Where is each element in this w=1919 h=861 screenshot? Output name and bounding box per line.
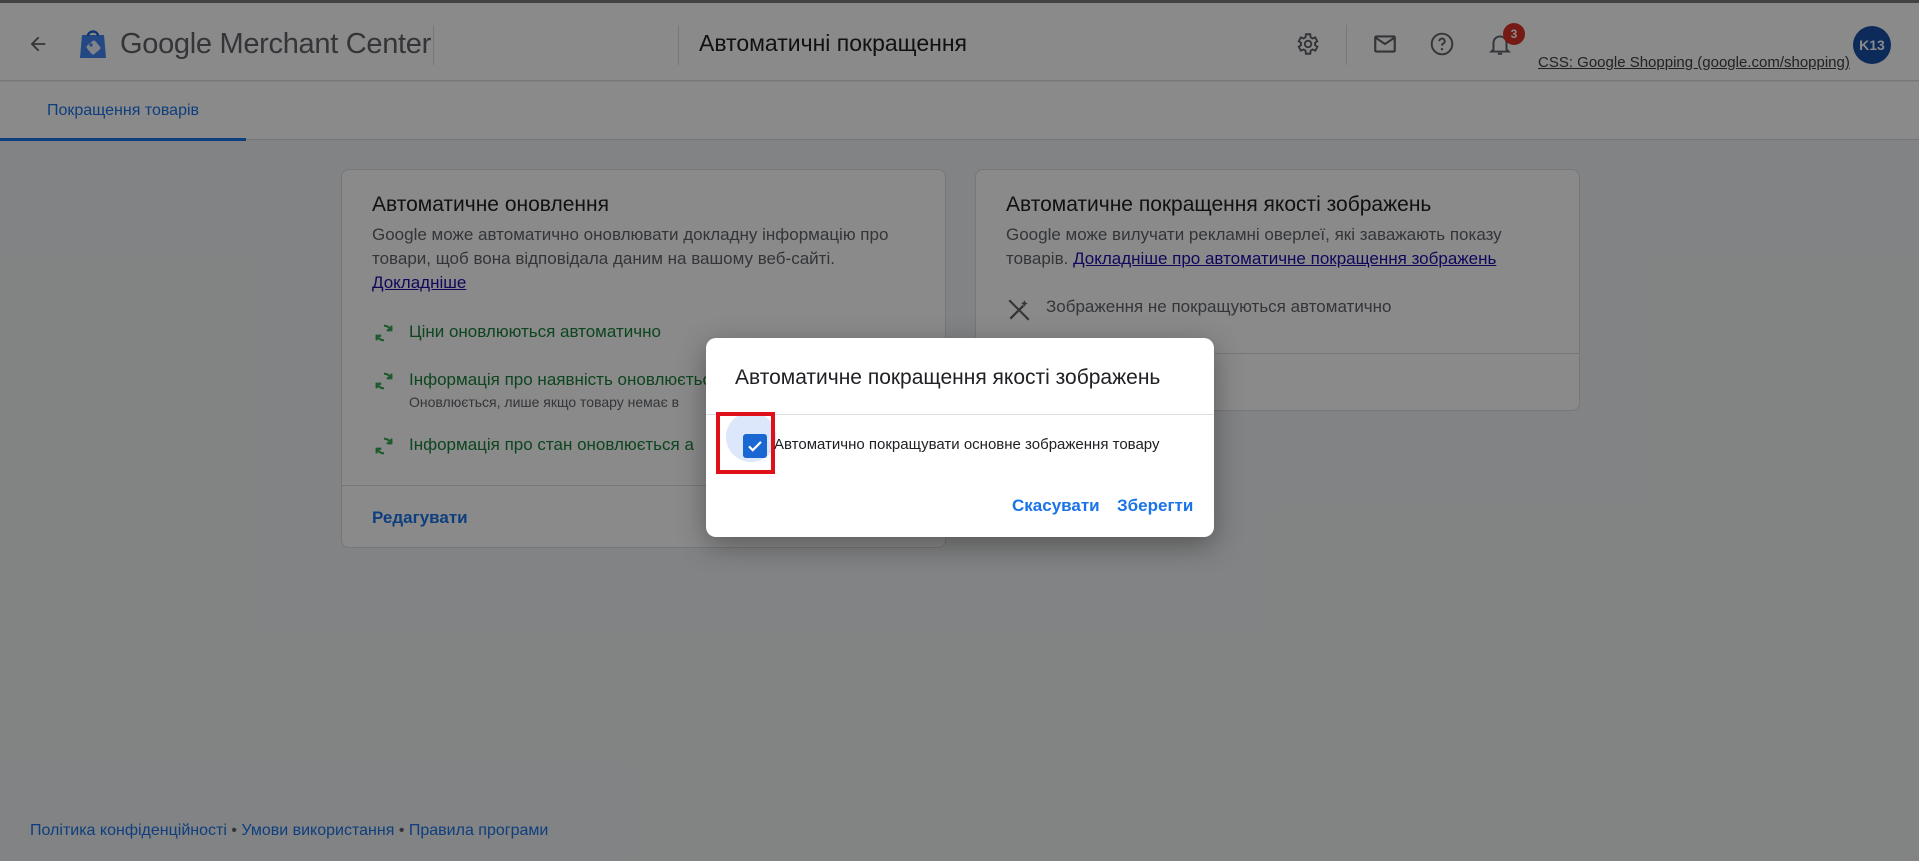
cancel-button[interactable]: Скасувати xyxy=(1012,496,1100,516)
image-improvement-dialog: Автоматичне покращення якості зображень … xyxy=(706,338,1214,537)
auto-improve-checkbox-label[interactable]: Автоматично покращувати основне зображен… xyxy=(774,436,1159,453)
annotation-highlight-box xyxy=(716,412,775,474)
save-button[interactable]: Зберегти xyxy=(1117,496,1193,516)
dialog-title: Автоматичне покращення якості зображень xyxy=(735,366,1161,389)
dialog-divider xyxy=(706,414,1214,415)
